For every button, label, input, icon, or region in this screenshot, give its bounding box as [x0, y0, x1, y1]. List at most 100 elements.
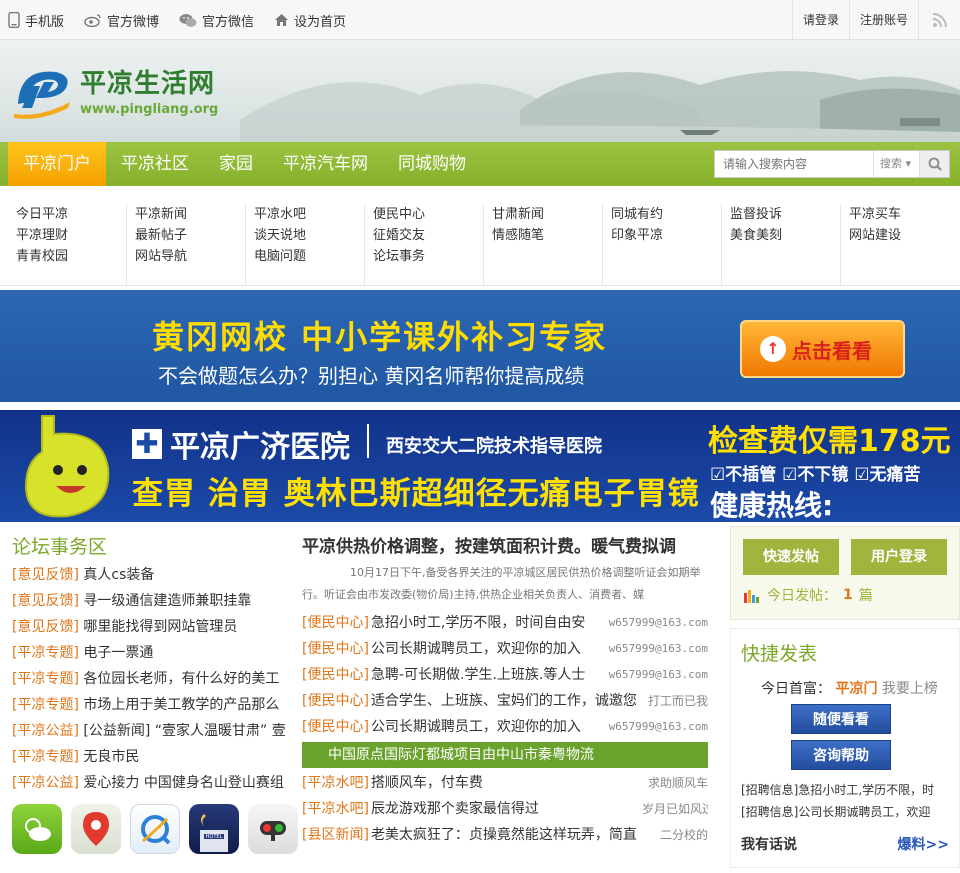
- list-item[interactable]: [平凉专题] 无良市民: [12, 744, 294, 770]
- item-title[interactable]: 适合学生、上班族、宝妈们的工作，诚邀您: [371, 688, 642, 714]
- hotel-app-icon[interactable]: HOTEL: [189, 804, 239, 854]
- nav-tab-home[interactable]: 家园: [204, 142, 268, 186]
- item-tag[interactable]: [平凉水吧]: [302, 796, 369, 822]
- weather-app-icon[interactable]: [12, 804, 62, 854]
- link-item[interactable]: 平凉水吧: [254, 204, 364, 225]
- link-item[interactable]: 网站导航: [135, 246, 245, 267]
- list-item[interactable]: [平凉公益] 爱心接力 中国健身名山登山赛组: [12, 770, 294, 796]
- list-item[interactable]: [便民中心] 公司长期诚聘员工，欢迎你的加入 w657999@163.com: [302, 714, 708, 740]
- item-title[interactable]: 公司长期诚聘员工，欢迎你的加入: [371, 714, 598, 740]
- link-item[interactable]: 论坛事务: [373, 246, 483, 267]
- set-homepage-link[interactable]: 设为首页: [274, 11, 346, 30]
- item-title[interactable]: 公司长期诚聘员工，欢迎你的加入: [371, 636, 598, 662]
- rss-link[interactable]: [918, 0, 960, 40]
- item-tag[interactable]: [意见反馈]: [12, 567, 79, 583]
- list-item[interactable]: [便民中心] 公司长期诚聘员工，欢迎你的加入 w657999@163.com: [302, 636, 708, 662]
- link-item[interactable]: 谈天说地: [254, 225, 364, 246]
- search-button[interactable]: [919, 151, 949, 177]
- link-item[interactable]: 平凉新闻: [135, 204, 245, 225]
- more-link[interactable]: 爆料>>: [898, 834, 949, 854]
- item-tag[interactable]: [县区新闻]: [302, 822, 369, 848]
- site-logo[interactable]: 平凉生活网 www.pingliang.org: [10, 58, 218, 122]
- link-item[interactable]: 印象平凉: [611, 225, 721, 246]
- link-item[interactable]: 情感随笔: [492, 225, 602, 246]
- item-tag[interactable]: [意见反馈]: [12, 593, 79, 609]
- item-title[interactable]: [公益新闻] “壹家人温暖甘肃” 壹: [83, 723, 285, 739]
- search-input[interactable]: [715, 151, 873, 177]
- list-item[interactable]: [平凉专题] 市场上用于美工教学的产品那么: [12, 692, 294, 718]
- item-tag[interactable]: [平凉公益]: [12, 775, 79, 791]
- list-item[interactable]: [平凉水吧] 搭顺风车，付车费 求助顺风车: [302, 770, 708, 796]
- list-item[interactable]: [平凉专题] 各位园长老师，有什么好的美工: [12, 666, 294, 692]
- list-item[interactable]: [意见反馈] 真人cs装备: [12, 562, 294, 588]
- item-tag[interactable]: [平凉专题]: [12, 671, 79, 687]
- link-item[interactable]: 监督投诉: [730, 204, 840, 225]
- item-tag[interactable]: [平凉专题]: [12, 645, 79, 661]
- nav-tab-community[interactable]: 平凉社区: [106, 142, 204, 186]
- map-app-icon[interactable]: [71, 804, 121, 854]
- ad-banner-hospital[interactable]: ✚ 平凉广济医院 西安交大二院技术指导医院 查胃 治胃 奥林巴斯超细径无痛电子胃…: [0, 410, 960, 522]
- weixin-link[interactable]: 官方微信: [179, 11, 254, 30]
- item-tag[interactable]: [平凉公益]: [12, 723, 79, 739]
- list-item[interactable]: [县区新闻] 老美太疯狂了：贞操竟然能这样玩弄，简直 二分校的: [302, 822, 708, 848]
- browser-app-icon[interactable]: [130, 804, 180, 854]
- item-title[interactable]: 搭顺风车，付车费: [371, 770, 642, 796]
- item-title[interactable]: 各位园长老师，有什么好的美工: [83, 671, 279, 687]
- user-login-button[interactable]: 用户登录: [851, 539, 947, 575]
- nav-tab-portal[interactable]: 平凉门户: [8, 142, 106, 186]
- item-title[interactable]: 电子一票通: [83, 645, 153, 661]
- banner1-cta-button[interactable]: ↑ 点击看看: [740, 320, 905, 378]
- weibo-link[interactable]: 官方微博: [84, 11, 159, 30]
- item-tag[interactable]: [平凉水吧]: [302, 770, 369, 796]
- mobile-link[interactable]: 手机版: [8, 11, 64, 30]
- item-title[interactable]: 爱心接力 中国健身名山登山赛组: [83, 775, 283, 791]
- recruit-line[interactable]: [招聘信息]公司长期诚聘员工，欢迎: [741, 802, 949, 822]
- item-title[interactable]: 老美太疯狂了：贞操竟然能这样玩弄，简直: [371, 822, 642, 848]
- link-item[interactable]: 最新帖子: [135, 225, 245, 246]
- item-tag[interactable]: [便民中心]: [302, 610, 369, 636]
- link-item[interactable]: 美食美刻: [730, 225, 840, 246]
- link-item[interactable]: 平凉理财: [16, 225, 126, 246]
- link-item[interactable]: 网站建设: [849, 225, 960, 246]
- item-tag[interactable]: [平凉专题]: [12, 697, 79, 713]
- item-title[interactable]: 辰龙游戏那个卖家最信得过: [371, 796, 642, 822]
- link-item[interactable]: 电脑问题: [254, 246, 364, 267]
- link-item[interactable]: 便民中心: [373, 204, 483, 225]
- item-title[interactable]: 无良市民: [83, 749, 139, 765]
- item-tag[interactable]: [便民中心]: [302, 636, 369, 662]
- list-item[interactable]: [平凉专题] 电子一票通: [12, 640, 294, 666]
- item-tag[interactable]: [便民中心]: [302, 688, 369, 714]
- link-item[interactable]: 平凉买车: [849, 204, 960, 225]
- browse-button[interactable]: 随便看看: [791, 704, 891, 734]
- richest-join-link[interactable]: 我要上榜: [882, 681, 938, 697]
- list-item[interactable]: [便民中心] 适合学生、上班族、宝妈们的工作，诚邀您 打工而已我: [302, 688, 708, 714]
- nav-tab-shopping[interactable]: 同城购物: [383, 142, 481, 186]
- register-link[interactable]: 注册账号: [848, 0, 918, 40]
- help-button[interactable]: 咨询帮助: [791, 740, 891, 770]
- item-tag[interactable]: [便民中心]: [302, 662, 369, 688]
- traffic-light-app-icon[interactable]: [248, 804, 298, 854]
- link-item[interactable]: 甘肃新闻: [492, 204, 602, 225]
- richest-name[interactable]: 平凉门: [835, 681, 877, 697]
- item-title[interactable]: 急招小时工,学历不限，时间自由安: [371, 610, 598, 636]
- ad-banner-school[interactable]: 黄冈网校 中小学课外补习专家 不会做题怎么办？别担心 黄冈名师帮你提高成绩 ↑ …: [0, 290, 960, 402]
- nav-tab-auto[interactable]: 平凉汽车网: [268, 142, 383, 186]
- quick-post-button[interactable]: 快速发帖: [743, 539, 839, 575]
- item-title[interactable]: 哪里能找得到网站管理员: [83, 619, 237, 635]
- list-item[interactable]: [便民中心] 急聘-可长期做.学生.上班族.等人士 w657999@163.com: [302, 662, 708, 688]
- list-item[interactable]: [意见反馈] 寻一级通信建造师兼职挂靠: [12, 588, 294, 614]
- list-item[interactable]: [平凉水吧] 辰龙游戏那个卖家最信得过 岁月已如风过: [302, 796, 708, 822]
- item-tag[interactable]: [意见反馈]: [12, 619, 79, 635]
- item-tag[interactable]: [便民中心]: [302, 714, 369, 740]
- recruit-line[interactable]: [招聘信息]急招小时工,学历不限，时: [741, 780, 949, 800]
- item-title[interactable]: 真人cs装备: [83, 567, 154, 583]
- item-title[interactable]: 市场上用于美工教学的产品那么: [83, 697, 279, 713]
- search-scope-select[interactable]: 搜索 ▾: [873, 151, 919, 177]
- list-item[interactable]: [便民中心] 急招小时工,学历不限，时间自由安 w657999@163.com: [302, 610, 708, 636]
- link-item[interactable]: 今日平凉: [16, 204, 126, 225]
- news-highlight-bar[interactable]: 中国原点国际灯都城项目由中山市秦粤物流: [302, 742, 708, 768]
- item-tag[interactable]: [平凉专题]: [12, 749, 79, 765]
- list-item[interactable]: [平凉公益] [公益新闻] “壹家人温暖甘肃” 壹: [12, 718, 294, 744]
- link-item[interactable]: 青青校园: [16, 246, 126, 267]
- link-item[interactable]: 征婚交友: [373, 225, 483, 246]
